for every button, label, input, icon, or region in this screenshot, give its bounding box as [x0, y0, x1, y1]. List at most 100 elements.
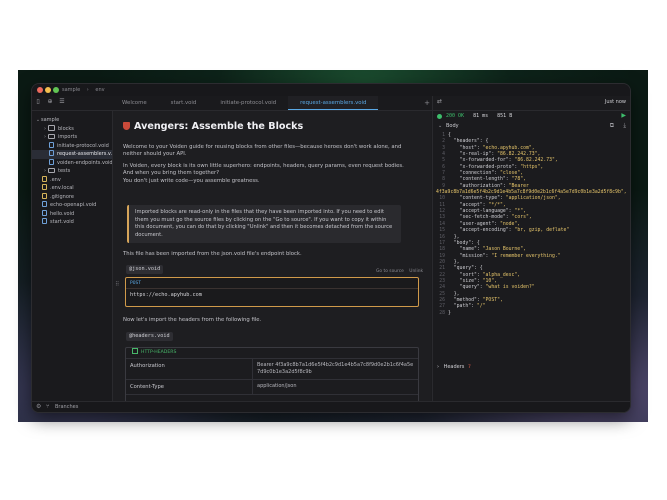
file-icon — [42, 218, 47, 224]
header-key[interactable]: Content-Type — [126, 380, 253, 394]
response-headers-section[interactable]: › Headers 7 — [437, 364, 471, 370]
drag-handle-icon[interactable]: ⠿ — [115, 281, 119, 288]
response-toolbar: ⇄ Just now — [433, 96, 630, 111]
table-row: Authorization Bearer 4f3a9c8b7a1d6e5f4b2c… — [126, 359, 418, 380]
headers-note: Now let's import the headers from the fo… — [123, 317, 262, 323]
breadcrumb-project[interactable]: sample — [62, 87, 80, 93]
tree-view-icon[interactable]: ☰ — [58, 98, 66, 106]
chevron-down-icon: ⌄ — [438, 123, 443, 129]
tab-1[interactable]: start.void — [159, 96, 209, 110]
response-pane: ⇄ Just now 200 OK 81 ms 851 B ▶ ⌄ Body ⧉… — [432, 96, 630, 402]
sidebar-item-label: request-assemblers.v... — [57, 151, 112, 157]
split-view-icon[interactable]: ⇄ — [437, 98, 442, 105]
go-to-source-link[interactable]: Go to source — [376, 269, 404, 274]
file-explorer: ⌄sample › blocks › imports initiate-protocol.… — [32, 111, 113, 402]
sidebar-item[interactable]: voiden-endpoints.void — [32, 158, 112, 168]
shield-icon — [123, 122, 130, 130]
file-icon — [42, 201, 47, 207]
branch-icon[interactable]: ⑂ — [46, 403, 50, 410]
sidebar-item[interactable]: › tests — [32, 167, 112, 176]
breadcrumb-env[interactable]: env — [95, 87, 104, 93]
tab-bar: ▯ ⊕ ☰ Welcome start.void initiate-protocol… — [32, 96, 432, 111]
response-body-code: 1{2 "headers": {3 "host": "echo.apyhub.c… — [433, 133, 630, 343]
header-value[interactable]: application/json — [253, 380, 418, 394]
file-icon — [42, 175, 47, 182]
file-icon — [42, 184, 47, 190]
folder-icon — [48, 167, 55, 173]
maximize-window-button[interactable] — [53, 87, 59, 93]
intro-paragraph-2: In Voiden, every block is its own little… — [123, 163, 404, 177]
close-window-button[interactable] — [37, 87, 43, 93]
import-chip-json[interactable]: @json.void — [126, 265, 164, 274]
status-dot-icon — [437, 114, 442, 119]
unlink-link[interactable]: Unlink — [409, 269, 423, 274]
breadcrumb: sample › env — [62, 85, 110, 95]
headers-block-icon — [132, 348, 138, 354]
editor-pane: Avengers: Assemble the Blocks Welcome to… — [113, 111, 431, 402]
url-field[interactable]: https://echo.apyhub.com — [130, 292, 202, 298]
body-section-header[interactable]: ⌄ Body ⧉ ⤓ — [433, 122, 630, 132]
headers-table: HTTP-HEADERS Authorization Bearer 4f3a9c8… — [125, 347, 419, 402]
sidebar-toggle-icon[interactable]: ▯ — [34, 98, 42, 106]
endpoint-block: POST https://echo.apyhub.com — [125, 277, 419, 307]
settings-icon[interactable]: ⚙ — [36, 403, 41, 410]
folder-icon — [48, 125, 55, 131]
sidebar-item[interactable]: .env.local — [32, 184, 112, 193]
header-key[interactable]: Authorization — [126, 359, 253, 379]
file-icon — [49, 141, 54, 148]
download-icon[interactable]: ⤓ — [623, 122, 626, 130]
sidebar-item-label: tests — [58, 168, 71, 174]
headers-section-label: Headers — [443, 364, 465, 370]
sidebar-item-label: .env — [50, 176, 61, 183]
intro-paragraph-3: You don't just write code—you assemble g… — [123, 178, 260, 184]
sidebar-item[interactable]: ⌄sample — [32, 116, 112, 125]
sidebar-item[interactable]: › imports — [32, 133, 112, 142]
sidebar-item[interactable]: › blocks — [32, 125, 112, 134]
sidebar-item[interactable]: request-assemblers.v... — [32, 150, 112, 159]
file-icon — [42, 192, 47, 199]
sidebar-item-label: .gitignore — [50, 193, 74, 200]
header-value[interactable]: Bearer 4f3a9c8b7a1d6e5f4b2c9d1e4b5a7c8f9… — [253, 359, 418, 379]
sidebar-item[interactable]: .gitignore — [32, 192, 112, 202]
tab-0[interactable]: Welcome — [110, 96, 159, 110]
response-status: 200 OK 81 ms 851 B ▶ — [433, 111, 630, 122]
tab-2[interactable]: initiate-protocol.void — [208, 96, 288, 110]
import-chip-headers[interactable]: @headers.void — [126, 332, 173, 341]
new-file-icon[interactable]: ⊕ — [46, 98, 54, 106]
sidebar-item-label: .env.local — [50, 185, 74, 191]
folder-icon — [48, 133, 55, 139]
sidebar-item[interactable]: echo-openapi.void — [32, 201, 112, 210]
app-window: sample › env ▯ ⊕ ☰ Welcome start.void init… — [32, 84, 630, 412]
code-text: } — [448, 310, 451, 316]
sidebar-item[interactable]: hello.void — [32, 209, 112, 219]
status-bar: ⚙ ⑂ Branches — [32, 401, 630, 412]
run-icon[interactable]: ▶ — [621, 112, 626, 119]
body-tab: Body — [446, 123, 459, 129]
http-method[interactable]: POST — [130, 281, 141, 286]
copy-icon[interactable]: ⧉ — [610, 122, 614, 130]
callout-note: Imported blocks are read-only in the fil… — [127, 205, 401, 243]
sidebar-item[interactable]: .env — [32, 175, 112, 185]
sidebar-item[interactable]: start.void — [32, 218, 112, 227]
add-tab-icon[interactable]: + — [424, 99, 430, 107]
sidebar-item-label: start.void — [50, 219, 74, 225]
response-size: 851 B — [497, 113, 513, 119]
sidebar-item[interactable]: initiate-protocol.void — [32, 141, 112, 151]
minimize-window-button[interactable] — [45, 87, 51, 93]
status-code: 200 OK — [446, 113, 465, 119]
chevron-right-icon: › — [437, 364, 439, 370]
file-icon — [49, 150, 54, 156]
table-row: Content-Type application/json — [126, 380, 418, 395]
page-title: Avengers: Assemble the Blocks — [123, 121, 303, 132]
headers-count-badge: 7 — [468, 365, 471, 370]
tab-3[interactable]: request-assemblers.void — [288, 96, 379, 110]
sidebar-item-label: echo-openapi.void — [50, 202, 97, 208]
branches-label[interactable]: Branches — [55, 404, 78, 410]
imported-note: This file has been imported from the jso… — [123, 251, 302, 257]
response-time: 81 ms — [473, 113, 489, 119]
sidebar-item-label: blocks — [58, 125, 74, 132]
sidebar-item-label: initiate-protocol.void — [57, 142, 109, 149]
sidebar-item-label: hello.void — [50, 210, 75, 217]
code-line: 28} — [433, 311, 630, 317]
file-icon — [42, 209, 47, 216]
